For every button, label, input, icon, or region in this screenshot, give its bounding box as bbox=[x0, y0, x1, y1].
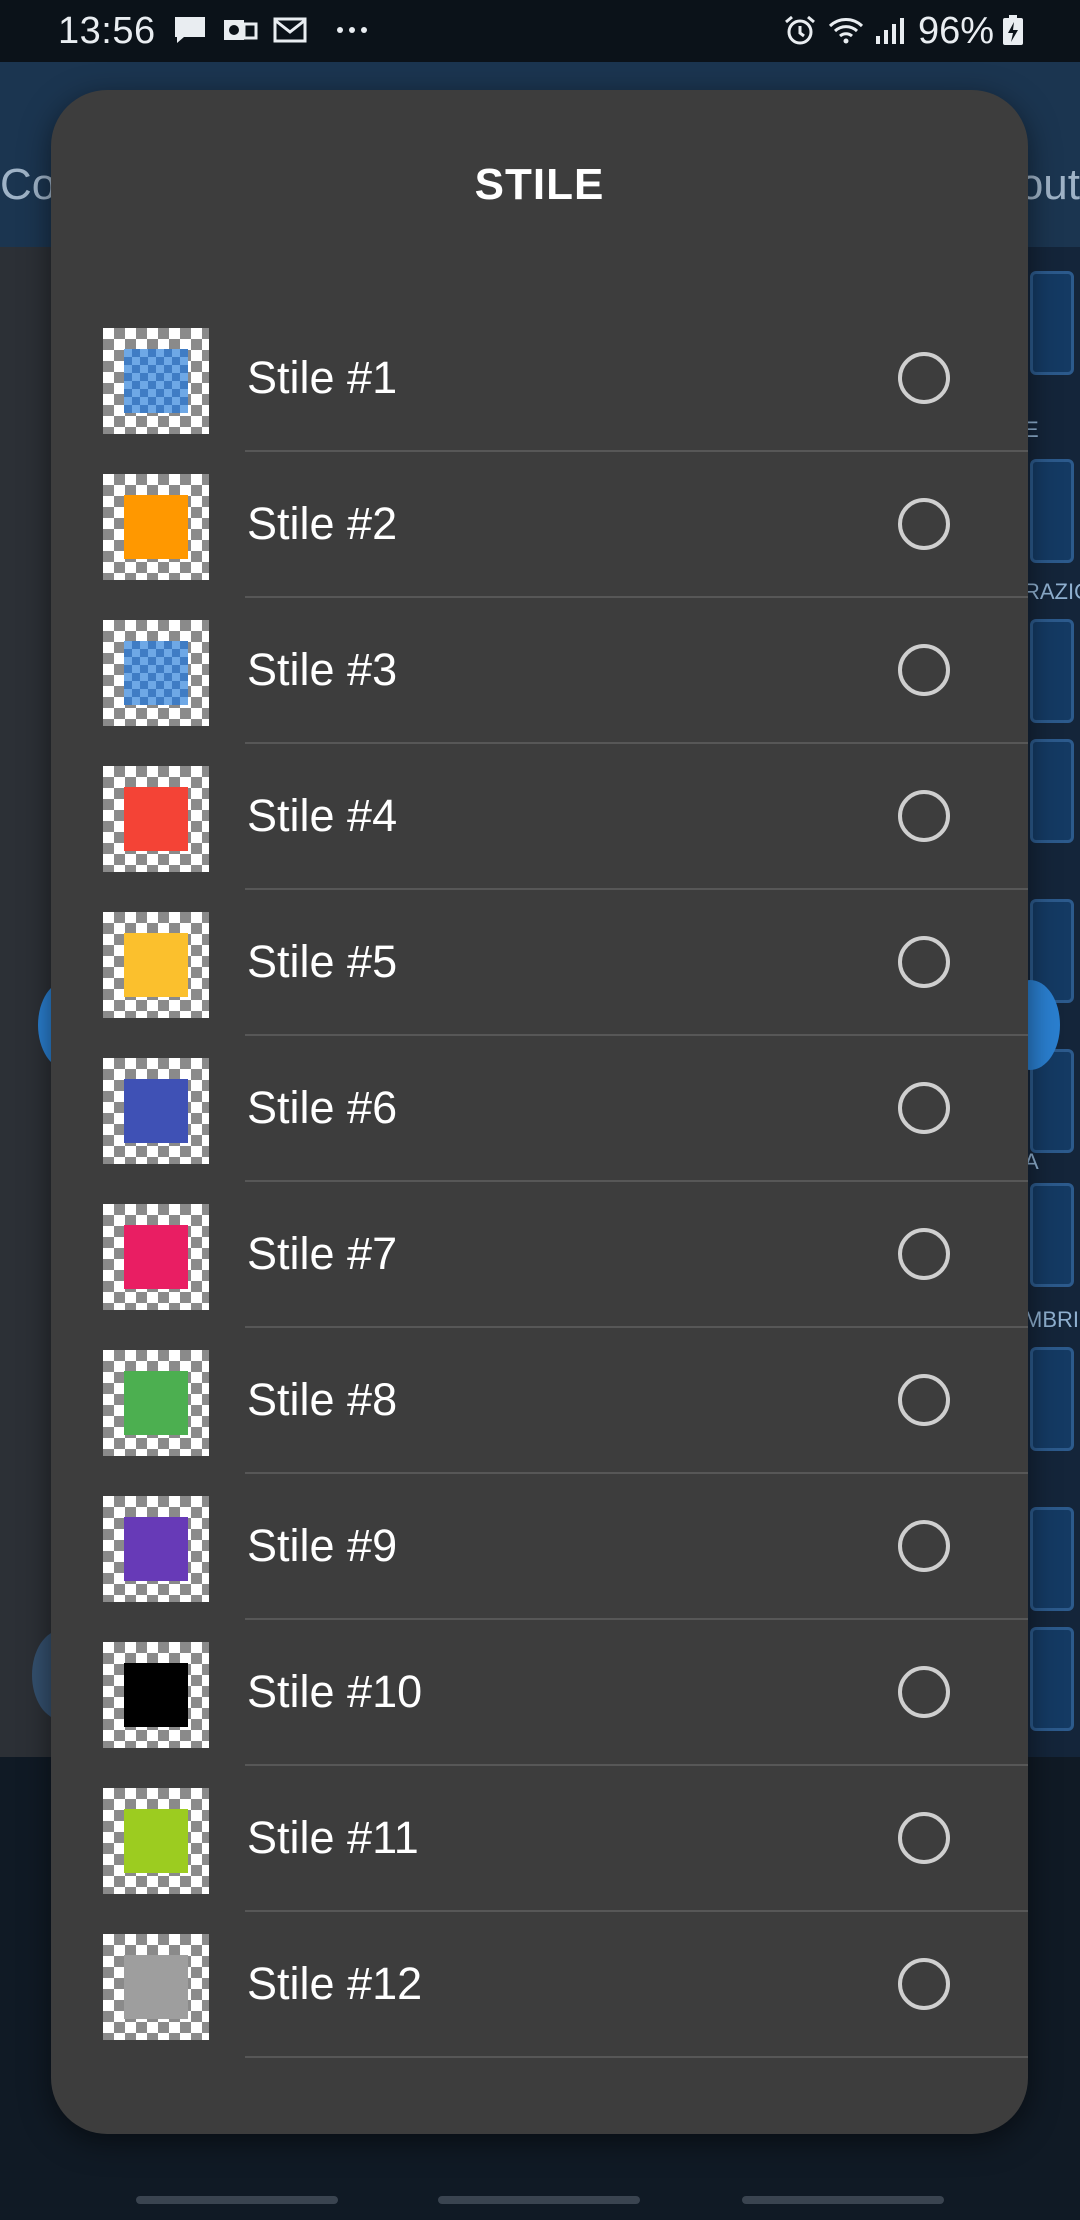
style-swatch-color bbox=[124, 641, 188, 705]
style-option-row[interactable]: Stile #4 bbox=[51, 744, 1028, 890]
battery-percent: 96% bbox=[918, 10, 995, 52]
style-radio-button[interactable] bbox=[898, 352, 950, 404]
style-swatch-color bbox=[124, 1517, 188, 1581]
style-radio-button[interactable] bbox=[898, 790, 950, 842]
alarm-icon bbox=[785, 15, 815, 45]
nav-back-handle[interactable] bbox=[742, 2196, 944, 2204]
style-option-row[interactable]: Stile #8 bbox=[51, 1328, 1028, 1474]
style-option-label: Stile #1 bbox=[247, 352, 398, 403]
nav-home-handle[interactable] bbox=[438, 2196, 640, 2204]
style-swatch bbox=[103, 1058, 209, 1164]
style-option-row[interactable]: Stile #12 bbox=[51, 1912, 1028, 2058]
background-tag: A bbox=[1024, 1149, 1039, 1174]
background-tag: RAZIO bbox=[1024, 579, 1080, 604]
signal-icon bbox=[876, 18, 904, 44]
style-option-row[interactable]: Stile #5 bbox=[51, 890, 1028, 1036]
screen: 13:56 96% Co out E RAZI A MBRI STILE Sti… bbox=[0, 0, 1080, 2220]
style-swatch-color bbox=[124, 349, 188, 413]
style-swatch-color bbox=[124, 495, 188, 559]
background-cell bbox=[1030, 1183, 1074, 1287]
style-swatch bbox=[103, 766, 209, 872]
style-option-label: Stile #6 bbox=[247, 1082, 398, 1133]
style-radio-button[interactable] bbox=[898, 1374, 950, 1426]
background-header-right-text: out bbox=[1018, 160, 1080, 209]
background-cell bbox=[1030, 739, 1074, 843]
style-option-label: Stile #3 bbox=[247, 644, 398, 695]
status-time: 13:56 bbox=[58, 10, 156, 52]
style-option-row[interactable]: Stile #7 bbox=[51, 1182, 1028, 1328]
gmail-icon bbox=[273, 17, 307, 43]
style-option-row[interactable]: Stile #10 bbox=[51, 1620, 1028, 1766]
outlook-icon bbox=[224, 20, 258, 40]
row-divider bbox=[245, 2056, 1028, 2058]
style-swatch-color bbox=[124, 1225, 188, 1289]
style-list: Stile #1 Stile #2 Stile #3 Stile #4 Stile #5… bbox=[51, 306, 1028, 2058]
background-cell bbox=[1030, 1347, 1074, 1451]
style-radio-button[interactable] bbox=[898, 1228, 950, 1280]
style-swatch bbox=[103, 1934, 209, 2040]
style-option-row[interactable]: Stile #11 bbox=[51, 1766, 1028, 1912]
background-cell bbox=[1030, 619, 1074, 723]
style-picker-sheet: STILE Stile #1 Stile #2 Stile #3 Stile #4 St… bbox=[51, 90, 1028, 2134]
style-swatch bbox=[103, 1642, 209, 1748]
nav-bar bbox=[0, 2170, 1080, 2220]
background-tag: E bbox=[1024, 417, 1039, 442]
style-radio-button[interactable] bbox=[898, 1666, 950, 1718]
style-swatch-color bbox=[124, 787, 188, 851]
background-cell bbox=[1030, 459, 1074, 563]
background-cell bbox=[1030, 1507, 1074, 1611]
style-swatch bbox=[103, 1496, 209, 1602]
style-swatch bbox=[103, 474, 209, 580]
style-option-label: Stile #8 bbox=[247, 1374, 398, 1425]
more-dots-icon bbox=[337, 27, 367, 33]
style-swatch-color bbox=[124, 933, 188, 997]
style-option-label: Stile #11 bbox=[247, 1812, 419, 1863]
style-radio-button[interactable] bbox=[898, 1082, 950, 1134]
style-swatch bbox=[103, 328, 209, 434]
style-radio-button[interactable] bbox=[898, 1812, 950, 1864]
style-option-row[interactable]: Stile #6 bbox=[51, 1036, 1028, 1182]
style-option-label: Stile #7 bbox=[247, 1228, 398, 1279]
status-bar: 13:56 96% bbox=[0, 0, 1080, 62]
style-radio-button[interactable] bbox=[898, 498, 950, 550]
message-icon bbox=[175, 17, 205, 43]
style-swatch bbox=[103, 620, 209, 726]
style-swatch-color bbox=[124, 1809, 188, 1873]
style-option-label: Stile #2 bbox=[247, 498, 398, 549]
style-radio-button[interactable] bbox=[898, 936, 950, 988]
wifi-icon bbox=[828, 18, 864, 44]
style-radio-button[interactable] bbox=[898, 1520, 950, 1572]
style-swatch bbox=[103, 1350, 209, 1456]
background-header-left-text: Co bbox=[0, 160, 57, 209]
style-option-label: Stile #10 bbox=[247, 1666, 423, 1717]
style-swatch-color bbox=[124, 1371, 188, 1435]
sheet-title: STILE bbox=[474, 160, 605, 209]
style-option-label: Stile #12 bbox=[247, 1958, 423, 2009]
style-swatch-color bbox=[124, 1079, 188, 1143]
style-swatch-color bbox=[124, 1663, 188, 1727]
background-cell bbox=[1030, 1627, 1074, 1731]
battery-charging-icon bbox=[1003, 15, 1023, 45]
style-radio-button[interactable] bbox=[898, 644, 950, 696]
style-option-row[interactable]: Stile #2 bbox=[51, 452, 1028, 598]
style-radio-button[interactable] bbox=[898, 1958, 950, 2010]
style-option-row[interactable]: Stile #9 bbox=[51, 1474, 1028, 1620]
background-tag: MBRI E bbox=[1024, 1307, 1080, 1332]
nav-recents-handle[interactable] bbox=[136, 2196, 338, 2204]
background-cell bbox=[1030, 271, 1074, 375]
style-option-label: Stile #5 bbox=[247, 936, 398, 987]
style-swatch-color bbox=[124, 1955, 188, 2019]
style-option-row[interactable]: Stile #3 bbox=[51, 598, 1028, 744]
style-swatch bbox=[103, 1788, 209, 1894]
style-option-label: Stile #4 bbox=[247, 790, 398, 841]
style-option-row[interactable]: Stile #1 bbox=[51, 306, 1028, 452]
style-swatch bbox=[103, 912, 209, 1018]
style-swatch bbox=[103, 1204, 209, 1310]
style-option-label: Stile #9 bbox=[247, 1520, 398, 1571]
